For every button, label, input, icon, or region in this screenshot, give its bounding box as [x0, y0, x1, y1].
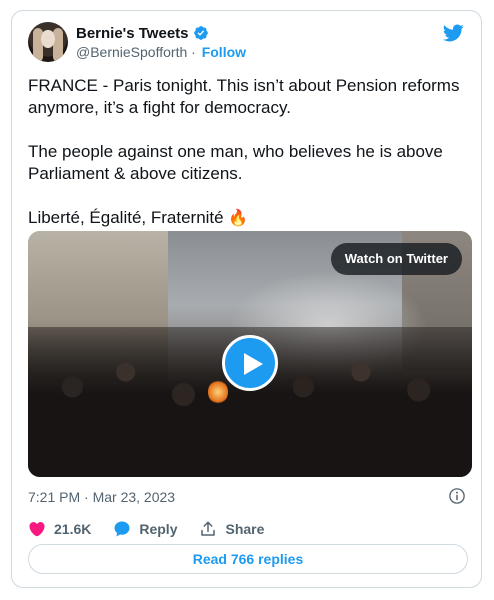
tweet-paragraph-1: FRANCE - Paris tonight. This isn’t about… — [28, 76, 460, 117]
play-icon — [244, 353, 263, 375]
share-label: Share — [225, 521, 265, 537]
info-icon[interactable] — [448, 487, 466, 505]
tweet-text: FRANCE - Paris tonight. This isn’t about… — [28, 75, 468, 230]
avatar[interactable] — [28, 22, 68, 62]
author-name-row: Bernie's Tweets — [76, 24, 209, 42]
watch-on-twitter-button[interactable]: Watch on Twitter — [330, 243, 462, 275]
reply-label: Reply — [139, 521, 178, 537]
tweet-meta: 7:21 PM · Mar 23, 2023 — [28, 487, 468, 507]
tweet-motto: Liberté, Égalité, Fraternité — [28, 208, 224, 227]
twitter-bird-icon[interactable] — [442, 22, 464, 44]
like-count: 21.6K — [54, 521, 92, 537]
heart-icon — [29, 522, 45, 537]
fire-emoji: 🔥 — [228, 210, 249, 227]
share-icon — [201, 521, 216, 536]
verified-badge-icon — [193, 26, 208, 40]
tweet-paragraph-3: Liberté, Égalité, Fraternité 🔥 — [28, 207, 468, 230]
author-name[interactable]: Bernie's Tweets — [76, 25, 189, 42]
tweet-card: Bernie's Tweets @BernieSpofforth · Follo… — [11, 10, 482, 588]
like-button[interactable]: 21.6K — [28, 520, 91, 538]
tweet-actions: 21.6K Reply Share — [28, 519, 286, 539]
play-button[interactable] — [222, 335, 278, 391]
video-thumbnail[interactable]: Watch on Twitter — [28, 231, 472, 477]
author-handle[interactable]: @BernieSpofforth — [76, 44, 187, 60]
tweet-paragraph-2: The people against one man, who believes… — [28, 142, 443, 183]
read-replies-button[interactable]: Read 766 replies — [28, 544, 468, 574]
reply-button[interactable]: Reply — [113, 520, 177, 538]
tweet-header: Bernie's Tweets @BernieSpofforth · Follo… — [28, 22, 468, 62]
share-button[interactable]: Share — [199, 520, 264, 538]
follow-button[interactable]: Follow — [202, 44, 246, 60]
timestamp[interactable]: 7:21 PM · Mar 23, 2023 — [28, 489, 175, 505]
author-handle-row: @BernieSpofforth · Follow — [76, 44, 246, 60]
separator: · — [191, 44, 196, 60]
reply-bubble-icon — [114, 521, 130, 537]
